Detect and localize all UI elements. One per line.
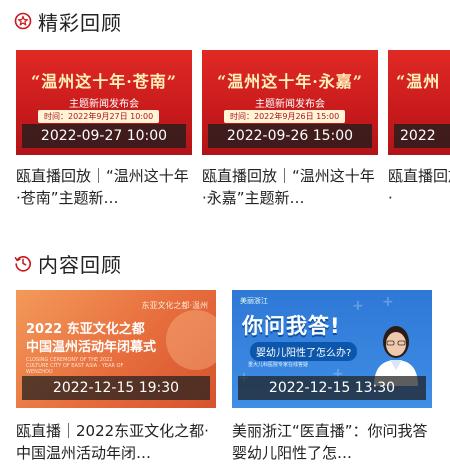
thumbnail-title: 你问我答! bbox=[242, 314, 341, 338]
content-thumbnail[interactable]: + + + + 美丽浙江 你问我答! 婴幼儿阳性了怎么办? 重大儿科医院专家在线… bbox=[232, 290, 432, 408]
thumbnail-subtitle: 主题新闻发布会 bbox=[255, 99, 325, 110]
highlight-card[interactable]: “温州这十年·永嘉” 主题新闻发布会 时间：2022年9月26日 15:00 2… bbox=[202, 50, 378, 220]
thumbnail-subtitle: 重大儿科医院专家在线答疑 bbox=[248, 362, 309, 368]
highlight-card[interactable]: “温州这十年·苍南” 主题新闻发布会 时间：2022年9月27日 10:00 2… bbox=[16, 50, 192, 220]
broadcast-date: 2022-09-27 10:00 bbox=[22, 124, 186, 148]
thumbnail-english-text: CLOSING CEREMONY OF THE 2022 CULTURE CIT… bbox=[26, 357, 124, 375]
content-section-title: 内容回顾 bbox=[38, 252, 122, 277]
highlights-carousel[interactable]: “温州这十年·苍南” 主题新闻发布会 时间：2022年9月27日 10:00 2… bbox=[0, 50, 450, 220]
thumbnail-time: 时间：2022年9月27日 10:00 bbox=[38, 110, 160, 123]
broadcast-date: 2022-09-26 15:00 bbox=[208, 124, 372, 148]
highlight-thumbnail[interactable]: “温州这十年·永嘉” 主题新闻发布会 时间：2022年9月26日 15:00 2… bbox=[202, 50, 378, 155]
thumbnail-title-line1: 2022 东亚文化之都 bbox=[26, 322, 145, 337]
highlight-caption[interactable]: 瓯直播回放｜“温州这十年·永嘉”主题新… bbox=[202, 165, 378, 209]
thumbnail-title: “温州这十年·苍南” bbox=[31, 72, 177, 91]
content-section-header: 内容回顾 bbox=[14, 248, 122, 278]
content-thumbnail[interactable]: 东亚文化之都·温州 2022 东亚文化之都 中国温州活动年闭幕式 CLOSING… bbox=[16, 290, 216, 408]
thumbnail-title: “温州 bbox=[396, 72, 441, 91]
thumbnail-time: 时间：2022年9月26日 15:00 bbox=[224, 110, 346, 123]
highlight-thumbnail[interactable]: “温州 2022 bbox=[388, 50, 450, 155]
broadcast-date: 2022 bbox=[394, 124, 450, 148]
highlight-caption[interactable]: 瓯直播回放｜“温州这十年·苍南”主题新… bbox=[16, 165, 192, 209]
thumbnail-subtitle: 主题新闻发布会 bbox=[69, 99, 139, 110]
content-caption[interactable]: 瓯直播｜2022东亚文化之都·中国温州活动年闭… bbox=[16, 420, 216, 464]
highlights-section-title: 精彩回顾 bbox=[38, 10, 122, 35]
highlights-section-header: 精彩回顾 bbox=[14, 6, 122, 36]
content-card[interactable]: + + + + 美丽浙江 你问我答! 婴幼儿阳性了怎么办? 重大儿科医院专家在线… bbox=[232, 290, 432, 464]
thumbnail-question: 婴幼儿阳性了怎么办? bbox=[250, 342, 358, 361]
highlight-caption[interactable]: 瓯直播回放｜“温州这十年· bbox=[388, 165, 450, 209]
content-caption[interactable]: 美丽浙江“医直播”：你问我答 婴幼儿阳性了怎… bbox=[232, 420, 432, 464]
thumbnail-logo-text: 东亚文化之都·温州 bbox=[141, 301, 208, 310]
thumbnail-logo-text: 美丽浙江 bbox=[240, 297, 268, 305]
content-card[interactable]: 东亚文化之都·温州 2022 东亚文化之都 中国温州活动年闭幕式 CLOSING… bbox=[16, 290, 216, 464]
highlight-thumbnail[interactable]: “温州这十年·苍南” 主题新闻发布会 时间：2022年9月27日 10:00 2… bbox=[16, 50, 192, 155]
star-circle-icon bbox=[14, 12, 32, 30]
decorative-circle bbox=[166, 310, 216, 370]
history-clock-icon bbox=[14, 254, 32, 272]
broadcast-date: 2022-12-15 19:30 bbox=[22, 376, 210, 400]
thumbnail-title-line2: 中国温州活动年闭幕式 bbox=[26, 340, 157, 355]
thumbnail-title: “温州这十年·永嘉” bbox=[217, 72, 363, 91]
broadcast-date: 2022-12-15 13:30 bbox=[238, 376, 426, 400]
highlight-card[interactable]: “温州 2022 瓯直播回放｜“温州这十年· bbox=[388, 50, 450, 220]
